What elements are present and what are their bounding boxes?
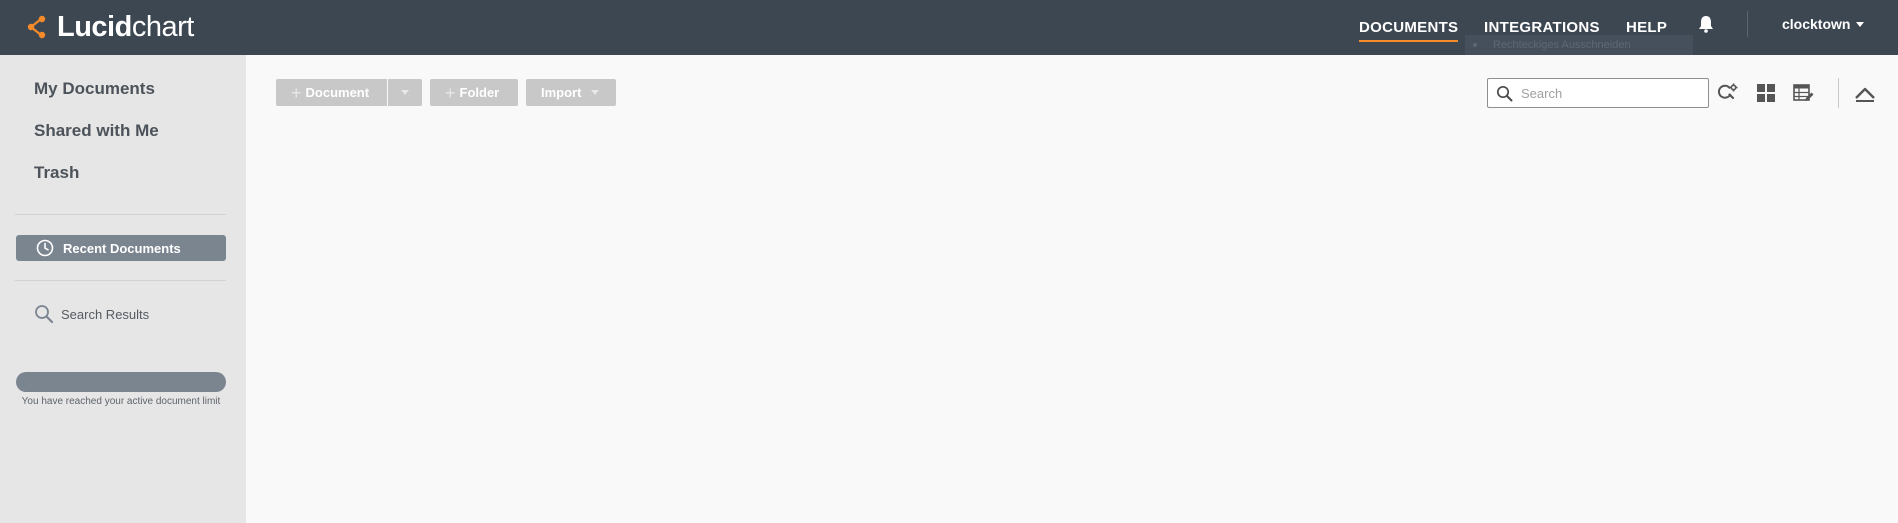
bullet-icon bbox=[1473, 43, 1477, 48]
sidebar-item-shared-with-me[interactable]: Shared with Me bbox=[34, 121, 159, 141]
plus-icon: + bbox=[445, 82, 456, 103]
grid-view-icon[interactable] bbox=[1755, 82, 1777, 104]
sidebar-item-recent-documents[interactable]: Recent Documents bbox=[16, 235, 226, 261]
sidebar-item-trash[interactable]: Trash bbox=[34, 163, 79, 183]
new-folder-button[interactable]: + Folder bbox=[430, 79, 518, 106]
chevron-down-icon bbox=[591, 90, 600, 95]
sidebar-item-label: Recent Documents bbox=[63, 240, 181, 256]
sidebar-item-my-documents[interactable]: My Documents bbox=[34, 79, 155, 99]
clock-icon bbox=[36, 239, 54, 257]
search-icon bbox=[1496, 85, 1513, 101]
lucidchart-logo-icon bbox=[27, 15, 46, 39]
nav-documents[interactable]: DOCUMENTS bbox=[1359, 0, 1459, 55]
new-document-dropdown-button[interactable] bbox=[388, 79, 422, 106]
logo-wordmark: Lucidchart bbox=[57, 10, 194, 43]
plus-icon: + bbox=[291, 82, 302, 103]
username: clocktown bbox=[1782, 16, 1851, 32]
user-menu[interactable]: clocktown bbox=[1782, 0, 1865, 48]
sidebar-divider bbox=[15, 214, 226, 215]
new-document-button[interactable]: + Document bbox=[276, 79, 387, 106]
chevron-down-icon bbox=[401, 90, 409, 95]
table-edit-icon[interactable] bbox=[1792, 82, 1814, 104]
sidebar-item-label: Search Results bbox=[61, 306, 150, 322]
sidebar-item-search-results[interactable]: Search Results bbox=[34, 303, 149, 325]
bell-icon[interactable] bbox=[1696, 14, 1716, 34]
toolbar-divider bbox=[1838, 78, 1839, 108]
collapse-up-icon[interactable] bbox=[1854, 82, 1876, 104]
nav-divider bbox=[1747, 11, 1748, 37]
import-button[interactable]: Import bbox=[526, 79, 616, 106]
document-limit-message: You have reached your active document li… bbox=[21, 396, 221, 407]
ghost-tooltip: Rechteckiges Ausschneiden bbox=[1465, 35, 1693, 55]
search-icon bbox=[35, 305, 54, 324]
sidebar: My Documents Shared with Me Trash Recent… bbox=[0, 55, 246, 523]
lucidchart-logo[interactable]: Lucidchart bbox=[25, 8, 194, 46]
advanced-search-icon[interactable] bbox=[1717, 82, 1739, 104]
document-limit-bar bbox=[16, 372, 226, 392]
search-input[interactable] bbox=[1521, 85, 1701, 101]
caret-down-icon bbox=[1856, 21, 1865, 27]
search-field[interactable] bbox=[1487, 78, 1709, 108]
sidebar-divider bbox=[15, 280, 226, 281]
